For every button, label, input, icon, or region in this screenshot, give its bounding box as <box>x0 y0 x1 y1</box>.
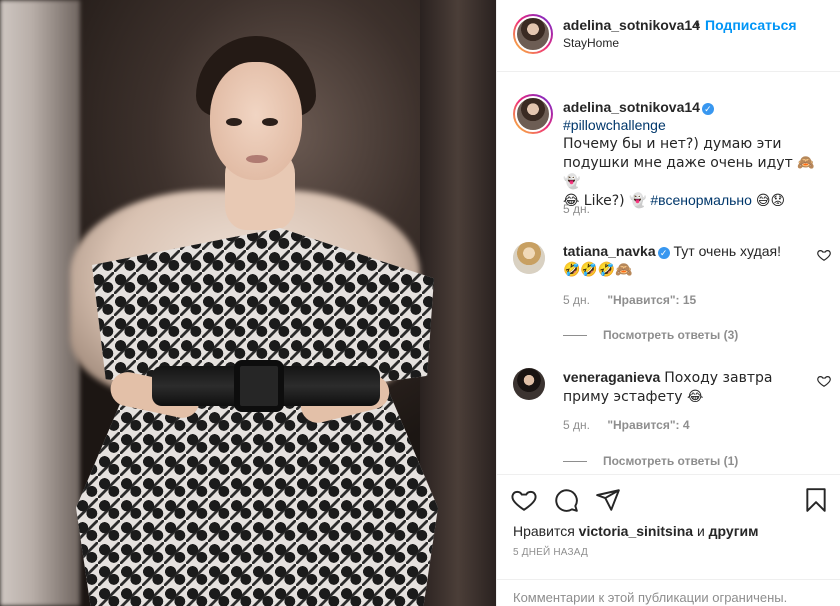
post-header: adelina_sotnikova14 • Подписаться StayHo… <box>497 0 840 72</box>
comment-text: Тут очень худая! <box>673 243 782 259</box>
caption-text-line-1: Почему бы и нет?) думаю эти подушки мне … <box>563 136 815 190</box>
comment-avatar[interactable] <box>513 242 545 274</box>
post-side-panel: adelina_sotnikova14 • Подписаться StayHo… <box>496 0 840 606</box>
photo-eye-left <box>226 118 242 126</box>
view-replies-button[interactable]: Посмотреть ответы (3) <box>563 328 738 342</box>
comment-likes[interactable]: "Нравится": 15 <box>607 293 696 307</box>
replies-divider-line <box>563 334 587 336</box>
photo-eye-right <box>262 118 278 126</box>
bookmark-icon[interactable] <box>803 487 829 513</box>
comment-time[interactable]: 5 дн. <box>563 418 590 432</box>
view-replies-button[interactable]: Посмотреть ответы (1) <box>563 454 738 468</box>
comment-avatar[interactable] <box>513 368 545 400</box>
author-avatar[interactable] <box>513 14 553 54</box>
view-replies-label[interactable]: Посмотреть ответы (1) <box>603 454 738 468</box>
post-location[interactable]: StayHome <box>563 36 619 50</box>
post-photo[interactable] <box>0 0 496 606</box>
likes-prefix: Нравится <box>513 523 575 539</box>
caption-hashtag-2[interactable]: #всенормально <box>650 192 752 208</box>
comment-emoji: 🤣🤣🤣🙈 <box>563 262 633 278</box>
author-username[interactable]: adelina_sotnikova14 <box>563 17 701 33</box>
comment-meta: 5 дн. "Нравится": 15 <box>563 293 710 307</box>
photo-belt-buckle <box>234 360 284 412</box>
caption-text-block: adelina_sotnikova14 ✓ #pillowchallenge По… <box>563 98 825 210</box>
comment-body: tatiana_navka ✓ Тут очень худая! 🤣🤣🤣🙈 <box>563 242 803 279</box>
likes-user-link[interactable]: victoria_sinitsina <box>579 523 693 539</box>
share-icon[interactable] <box>595 487 621 513</box>
comment-likes[interactable]: "Нравится": 4 <box>607 418 689 432</box>
post-actions: Нравится victoria_sinitsina и другим 5 Д… <box>497 474 840 606</box>
comments-restricted-notice: Комментарии к этой публикации ограничены… <box>497 579 840 606</box>
likes-others-link[interactable]: другим <box>709 523 759 539</box>
view-replies-label[interactable]: Посмотреть ответы (3) <box>603 328 738 342</box>
photo-pillow-bottom <box>76 388 438 606</box>
comment-like-icon[interactable] <box>817 248 831 262</box>
post-date[interactable]: 5 ДНЕЙ НАЗАД <box>513 547 588 558</box>
comment-item: tatiana_navka ✓ Тут очень худая! 🤣🤣🤣🙈 5 д… <box>511 242 831 352</box>
likes-summary: Нравится victoria_sinitsina и другим <box>513 523 759 539</box>
photo-lips <box>246 155 268 163</box>
comment-username[interactable]: tatiana_navka <box>563 243 656 259</box>
comment-time[interactable]: 5 дн. <box>563 293 590 307</box>
comment-meta: 5 дн. "Нравится": 4 <box>563 418 704 432</box>
likes-middle: и <box>696 523 705 539</box>
follow-button[interactable]: Подписаться <box>705 17 797 33</box>
header-separator-dot: • <box>695 16 700 32</box>
caption-time[interactable]: 5 дн. <box>563 202 590 216</box>
caption-hashtag[interactable]: #pillowchallenge <box>563 117 666 133</box>
photo-wall <box>0 0 80 606</box>
replies-divider-line <box>563 460 587 462</box>
comment-like-icon[interactable] <box>817 374 831 388</box>
caption-avatar[interactable] <box>513 94 553 134</box>
comment-icon[interactable] <box>553 487 579 513</box>
caption-username[interactable]: adelina_sotnikova14 <box>563 99 700 115</box>
comment-username[interactable]: veneraganieva <box>563 369 660 385</box>
comment-item: veneraganieva Походу завтра приму эстафе… <box>511 368 831 468</box>
verified-badge-icon: ✓ <box>701 103 714 115</box>
heart-icon[interactable] <box>511 487 537 513</box>
comment-body: veneraganieva Походу завтра приму эстафе… <box>563 368 803 406</box>
caption-text-line-3: 😅😟 <box>755 193 786 209</box>
verified-badge-icon: ✓ <box>657 247 670 259</box>
